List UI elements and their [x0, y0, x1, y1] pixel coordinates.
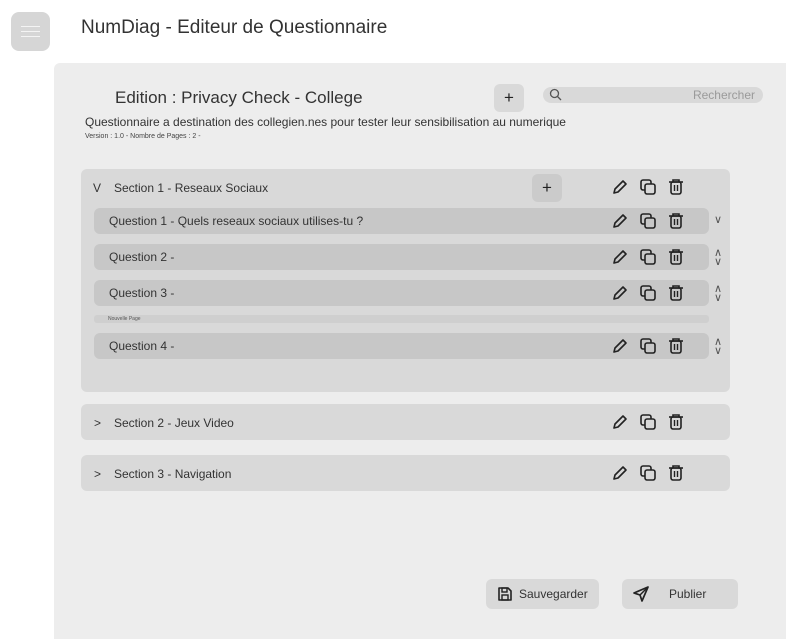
section-3-expand-toggle[interactable]: >: [94, 467, 101, 481]
add-section-button[interactable]: +: [494, 84, 524, 112]
edit-icon[interactable]: [610, 463, 630, 483]
send-icon: [632, 585, 650, 606]
menu-button[interactable]: [11, 12, 50, 51]
questionnaire-description: Questionnaire a destination des collegie…: [85, 115, 566, 129]
delete-icon[interactable]: [666, 177, 686, 197]
page-title: Edition : Privacy Check - College: [115, 88, 363, 107]
edit-icon[interactable]: [610, 247, 630, 267]
move-up-down-icon[interactable]: ∧ ∨: [713, 284, 723, 304]
delete-icon[interactable]: [666, 283, 686, 303]
edit-icon[interactable]: [610, 211, 630, 231]
menu-icon-line: [21, 31, 40, 32]
edit-icon[interactable]: [610, 177, 630, 197]
section-1-collapse-toggle[interactable]: V: [93, 181, 101, 195]
duplicate-icon[interactable]: [638, 336, 658, 356]
publish-button[interactable]: Publier: [622, 579, 738, 609]
app-title: NumDiag - Editeur de Questionnaire: [81, 17, 388, 38]
save-icon: [496, 585, 514, 606]
save-button[interactable]: Sauvegarder: [486, 579, 599, 609]
menu-icon: [21, 26, 40, 27]
search-icon: [549, 88, 562, 106]
edit-icon[interactable]: [610, 336, 630, 356]
section-1-title: Section 1 - Reseaux Sociaux: [114, 181, 269, 195]
page-break-label: Nouvelle Page: [108, 316, 141, 322]
section-2-title: Section 2 - Jeux Video: [114, 416, 234, 430]
question-3-label: Question 3 -: [109, 286, 175, 300]
move-up-down-icon[interactable]: ∧ ∨: [713, 248, 723, 268]
duplicate-icon[interactable]: [638, 247, 658, 267]
delete-icon[interactable]: [666, 336, 686, 356]
question-4-label: Question 4 -: [109, 339, 175, 353]
search-input[interactable]: [569, 87, 759, 103]
delete-icon[interactable]: [666, 247, 686, 267]
delete-icon[interactable]: [666, 412, 686, 432]
move-down-icon[interactable]: ∨: [713, 215, 723, 226]
question-2-label: Question 2 -: [109, 250, 175, 264]
move-up-down-icon[interactable]: ∧ ∨: [713, 337, 723, 357]
duplicate-icon[interactable]: [638, 412, 658, 432]
section-1-add-question-button[interactable]: +: [532, 174, 562, 202]
search-bar[interactable]: [543, 87, 763, 103]
question-1-label: Question 1 - Quels reseaux sociaux utili…: [109, 214, 364, 228]
page-break[interactable]: Nouvelle Page: [94, 315, 709, 323]
delete-icon[interactable]: [666, 463, 686, 483]
save-button-label: Sauvegarder: [519, 587, 588, 601]
edit-icon[interactable]: [610, 412, 630, 432]
section-3-title: Section 3 - Navigation: [114, 467, 232, 481]
duplicate-icon[interactable]: [638, 211, 658, 231]
duplicate-icon[interactable]: [638, 177, 658, 197]
duplicate-icon[interactable]: [638, 283, 658, 303]
edit-icon[interactable]: [610, 283, 630, 303]
questionnaire-meta: Version : 1.0 - Nombre de Pages : 2 -: [85, 133, 201, 140]
delete-icon[interactable]: [666, 211, 686, 231]
duplicate-icon[interactable]: [638, 463, 658, 483]
publish-button-label: Publier: [669, 587, 707, 601]
section-2-expand-toggle[interactable]: >: [94, 416, 101, 430]
menu-icon-line: [21, 36, 40, 37]
